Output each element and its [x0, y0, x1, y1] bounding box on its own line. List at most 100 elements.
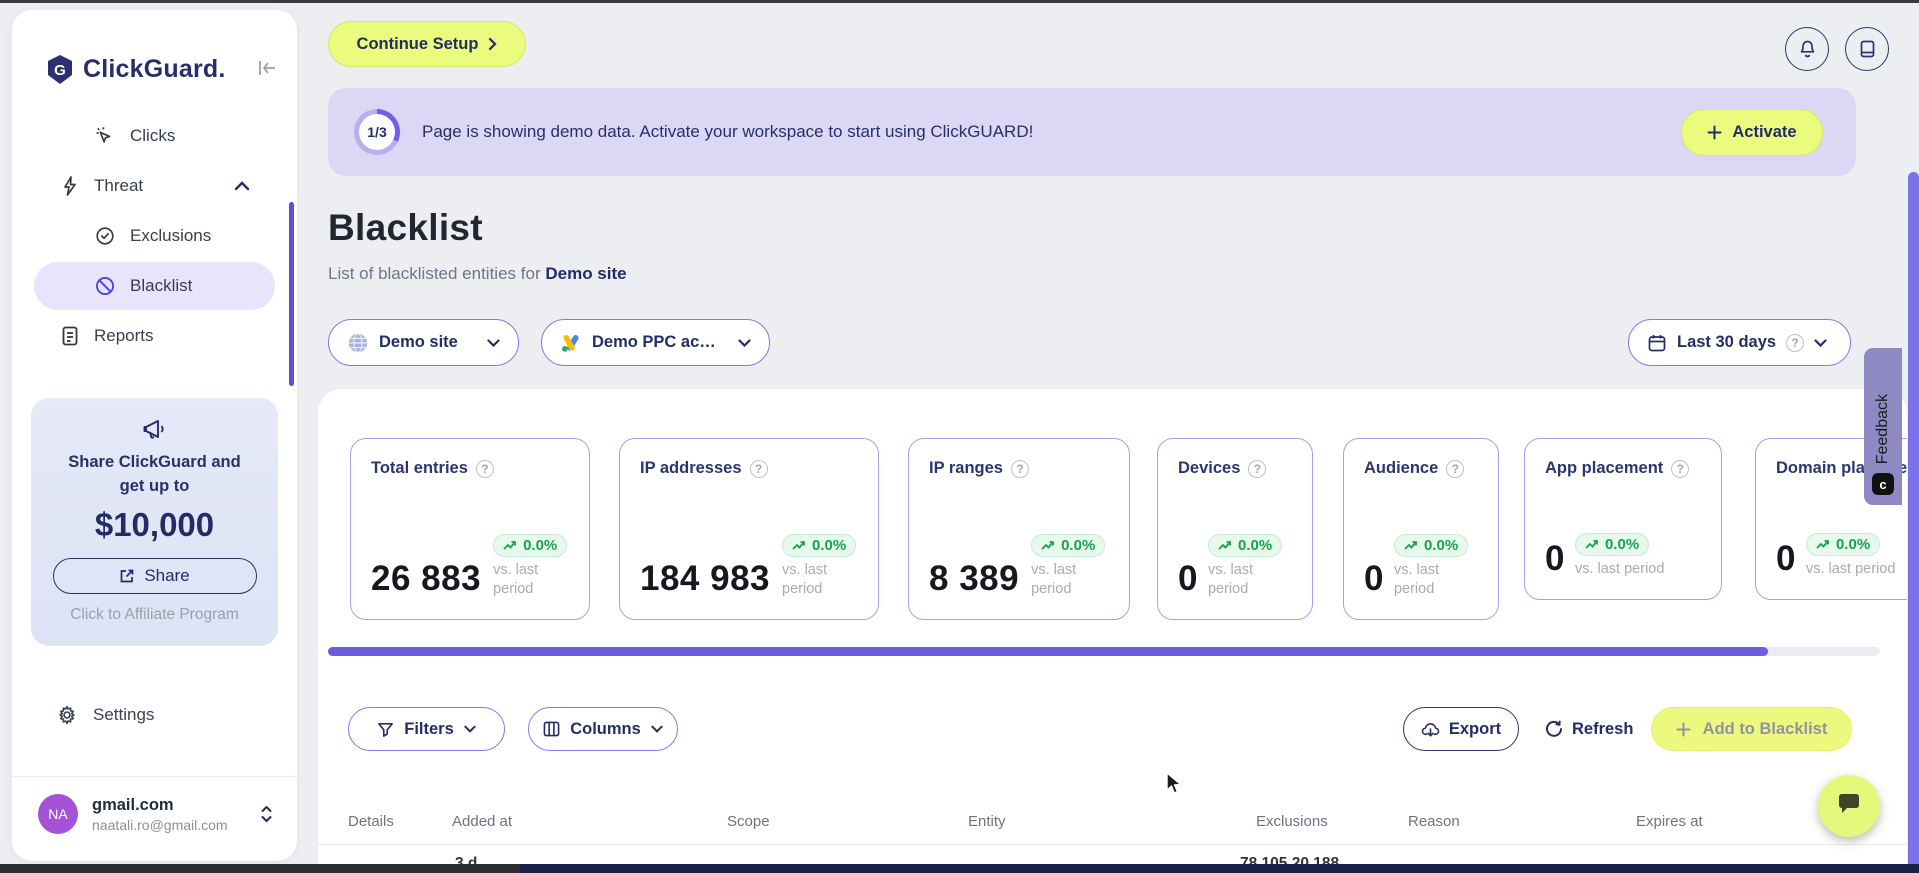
trend-up-icon — [1404, 541, 1417, 550]
trend-up-icon — [503, 541, 516, 550]
refresh-icon — [1545, 720, 1563, 738]
table-header-divider — [318, 844, 1907, 845]
stat-vs-label: vs. last period — [1805, 561, 1896, 577]
stat-value: 8 389 — [929, 559, 1020, 598]
activate-label: Activate — [1732, 123, 1797, 141]
site-selector[interactable]: Demo site — [328, 319, 519, 366]
site-selector-value: Demo site — [379, 333, 458, 351]
help-icon[interactable]: ? — [1010, 459, 1029, 478]
columns-button[interactable]: Columns — [528, 707, 678, 751]
notifications-button[interactable] — [1785, 27, 1829, 71]
export-button[interactable]: Export — [1403, 707, 1519, 751]
funnel-icon — [377, 721, 394, 738]
stat-title: Total entries — [371, 459, 468, 477]
chevron-down-icon — [487, 338, 500, 347]
sidebar-item-label: Clicks — [130, 126, 176, 145]
continue-setup-button[interactable]: Continue Setup — [328, 21, 526, 67]
stat-vs-label: vs. last period — [1393, 562, 1440, 597]
help-icon[interactable]: ? — [1786, 333, 1805, 352]
page-subtitle: List of blacklisted entities for Demo si… — [328, 264, 627, 284]
document-icon — [60, 325, 80, 347]
cards-scrollbar-thumb[interactable] — [328, 647, 1768, 656]
trend-up-icon — [1585, 540, 1598, 549]
stat-card-app-placement: App placement? 0 0.0% vs. last period — [1524, 438, 1722, 600]
sidebar-collapse-icon[interactable] — [256, 58, 278, 78]
affiliate-promo-card[interactable]: Share ClickGuard and get up to $10,000 S… — [31, 398, 278, 646]
page-title: Blacklist — [328, 207, 483, 248]
sidebar-item-label: Blacklist — [130, 276, 193, 295]
export-label: Export — [1448, 719, 1502, 738]
sidebar-item-blacklist[interactable]: Blacklist — [12, 262, 297, 310]
stat-title: Devices — [1178, 459, 1241, 477]
share-label: Share — [144, 566, 190, 585]
stat-value: 0 — [1178, 559, 1198, 598]
trend-up-icon — [792, 541, 805, 550]
account-email: naatali.ro@gmail.com — [92, 816, 228, 833]
sidebar-item-threat[interactable]: Threat — [12, 162, 297, 210]
cursor-click-icon — [94, 125, 116, 147]
help-icon[interactable]: ? — [1248, 459, 1267, 478]
help-icon[interactable]: ? — [1671, 459, 1690, 478]
stat-value: 0 — [1364, 559, 1384, 598]
chat-widget-button[interactable] — [1818, 775, 1880, 837]
add-to-blacklist-button[interactable]: Add to Blacklist — [1651, 707, 1852, 751]
column-header-scope: Scope — [727, 813, 770, 830]
trend-up-icon — [1041, 541, 1054, 550]
sidebar-item-exclusions[interactable]: Exclusions — [12, 212, 297, 260]
page-scrollbar-thumb[interactable] — [1908, 172, 1919, 873]
stat-delta: 0.0% — [1061, 537, 1096, 554]
stat-card-ip-addresses: IP addresses? 184 983 0.0% vs. last peri… — [619, 438, 879, 620]
sidebar-item-label: Threat — [94, 176, 144, 195]
sidebar-item-clicks[interactable]: Clicks — [12, 112, 297, 160]
globe-icon — [347, 332, 369, 354]
setup-progress-ring: 1/3 — [354, 109, 400, 155]
calendar-icon — [1647, 333, 1667, 353]
account-name: gmail.com — [92, 795, 174, 814]
column-header-added-at: Added at — [452, 813, 513, 830]
sidebar-scrollbar[interactable] — [289, 202, 294, 386]
stat-title: IP addresses — [640, 459, 742, 477]
gear-icon — [56, 704, 78, 726]
banner-message: Page is showing demo data. Activate your… — [422, 122, 1034, 141]
stat-delta: 0.0% — [812, 537, 847, 554]
help-icon[interactable]: ? — [749, 459, 768, 478]
chevron-down-icon — [464, 725, 476, 733]
feedback-tab[interactable]: Feedback c — [1864, 348, 1902, 505]
page-subtitle-text: List of blacklisted entities for — [328, 264, 541, 283]
share-button[interactable]: Share — [52, 558, 257, 594]
sidebar-item-settings[interactable]: Settings — [56, 692, 154, 738]
docs-button[interactable] — [1845, 27, 1889, 71]
book-icon — [1859, 39, 1876, 59]
stat-card-ip-ranges: IP ranges? 8 389 0.0% vs. last period — [908, 438, 1130, 620]
stat-value: 0 — [1545, 539, 1565, 578]
stat-card-devices: Devices? 0 0.0% vs. last period — [1157, 438, 1313, 620]
ppc-account-value: Demo PPC ac… — [592, 333, 716, 351]
stat-delta: 0.0% — [523, 537, 558, 554]
bell-icon — [1798, 39, 1817, 59]
account-switcher[interactable]: NA gmail.com naatali.ro@gmail.com — [38, 794, 273, 834]
window-bottom-edge — [0, 864, 520, 873]
stat-vs-label: vs. last period — [782, 562, 828, 597]
stat-delta: 0.0% — [1835, 536, 1871, 553]
clickguard-logo-icon: G — [46, 54, 74, 85]
sidebar-item-reports[interactable]: Reports — [12, 312, 297, 360]
column-header-expires-at: Expires at — [1636, 813, 1703, 830]
ppc-account-selector[interactable]: Demo PPC ac… — [541, 319, 770, 366]
refresh-button[interactable]: Refresh — [1545, 707, 1633, 751]
divider — [12, 776, 297, 777]
chevron-down-icon — [651, 725, 663, 733]
feedback-logo-icon: c — [1872, 473, 1894, 495]
window-bottom-edge — [520, 864, 1919, 873]
stat-title: App placement — [1545, 459, 1664, 477]
help-icon[interactable]: ? — [1446, 459, 1465, 478]
feedback-label: Feedback — [1874, 393, 1891, 464]
filters-button[interactable]: Filters — [348, 707, 505, 751]
date-range-selector[interactable]: Last 30 days ? — [1628, 319, 1851, 366]
logo: G ClickGuard. — [46, 54, 226, 85]
activate-button[interactable]: Activate — [1681, 109, 1823, 156]
help-icon[interactable]: ? — [475, 459, 494, 478]
column-header-entity: Entity — [968, 813, 1006, 830]
megaphone-icon — [31, 398, 278, 442]
stat-delta: 0.0% — [1237, 537, 1273, 554]
stat-value: 184 983 — [640, 559, 771, 598]
